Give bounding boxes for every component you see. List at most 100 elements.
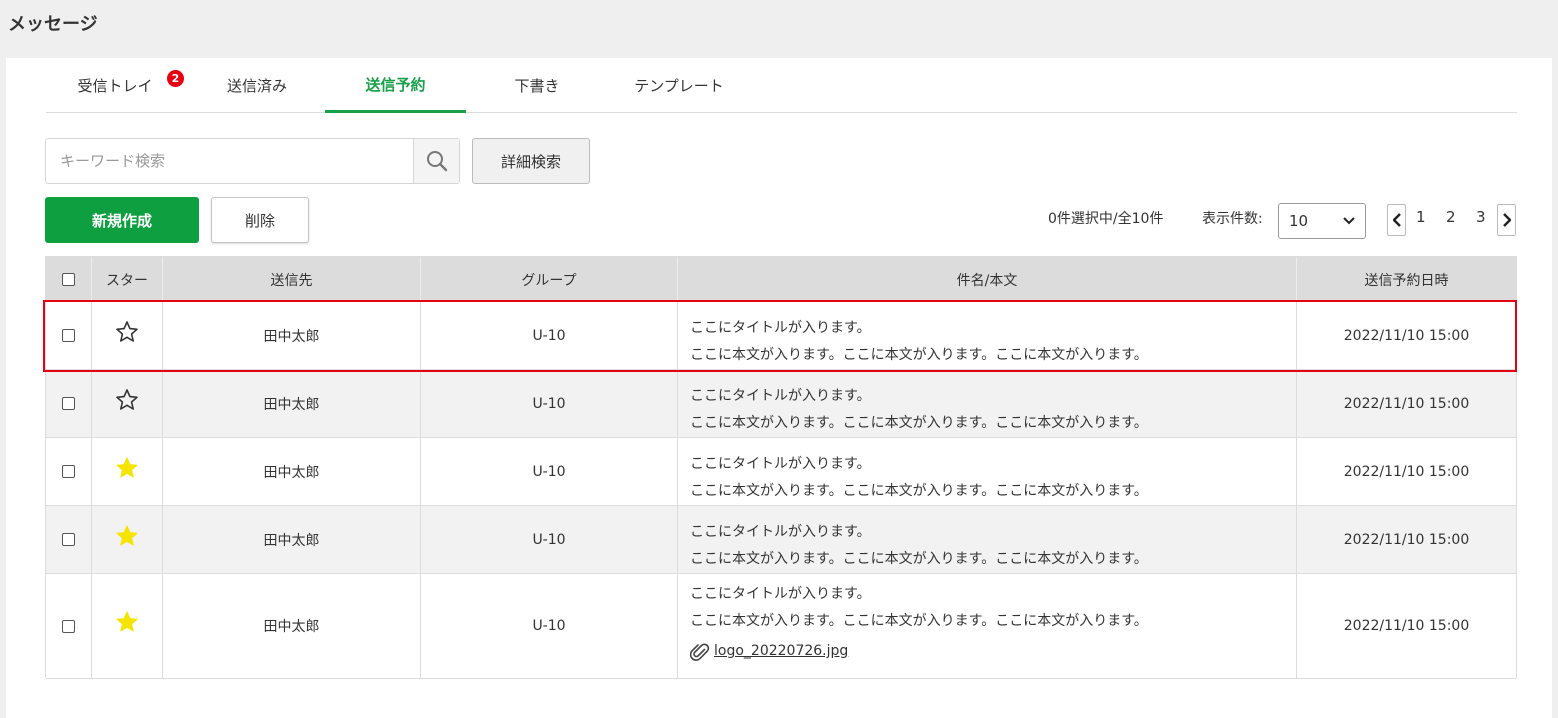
tab-scheduled[interactable]: 送信予約	[325, 58, 466, 113]
row-checkbox-cell	[46, 370, 92, 437]
recipient-cell: 田中太郎	[163, 438, 421, 505]
row-checkbox-cell	[46, 506, 92, 573]
chevron-right-icon	[1502, 213, 1511, 227]
page-1[interactable]: 1	[1416, 208, 1426, 226]
search-box	[45, 138, 460, 184]
header-select-all	[46, 257, 92, 302]
tab-bar: 受信トレイ 2 送信済み 送信予約 下書き テンプレート	[46, 58, 1517, 113]
chevron-left-icon	[1392, 213, 1401, 227]
group-cell: U-10	[421, 370, 678, 437]
recipient-cell: 田中太郎	[163, 506, 421, 573]
header-subject: 件名/本文	[678, 257, 1297, 302]
message-table: スター 送信先 グループ 件名/本文 送信予約日時 田中太郎 U-10 ここにタ…	[45, 256, 1517, 679]
table-row[interactable]: 田中太郎 U-10 ここにタイトルが入ります。 ここに本文が入ります。ここに本文…	[46, 302, 1516, 370]
row-checkbox-cell	[46, 438, 92, 505]
row-checkbox-cell	[46, 574, 92, 678]
subject-title: ここにタイトルが入ります。	[690, 388, 871, 404]
header-star: スター	[92, 257, 163, 302]
star-outline-icon[interactable]	[115, 320, 139, 344]
unread-badge: 2	[167, 70, 184, 87]
tab-inbox-label: 受信トレイ	[77, 77, 153, 95]
subject-title: ここにタイトルが入ります。	[690, 320, 871, 336]
table-row[interactable]: 田中太郎 U-10 ここにタイトルが入ります。 ここに本文が入ります。ここに本文…	[46, 438, 1516, 506]
star-cell	[92, 506, 163, 573]
table-row[interactable]: 田中太郎 U-10 ここにタイトルが入ります。 ここに本文が入ります。ここに本文…	[46, 506, 1516, 574]
tab-sent-label: 送信済み	[226, 77, 287, 95]
page-header: メッセージ	[0, 0, 1558, 58]
header-recipient: 送信先	[163, 257, 421, 302]
datetime-cell: 2022/11/10 15:00	[1343, 395, 1470, 412]
main-panel: 受信トレイ 2 送信済み 送信予約 下書き テンプレート 詳細検索 新規作成 削…	[6, 58, 1552, 718]
page-3[interactable]: 3	[1476, 208, 1486, 226]
select-all-checkbox[interactable]	[62, 273, 75, 286]
table-row[interactable]: 田中太郎 U-10 ここにタイトルが入ります。 ここに本文が入ります。ここに本文…	[46, 574, 1516, 679]
tab-scheduled-label: 送信予約	[365, 75, 426, 94]
search-input[interactable]	[46, 139, 413, 183]
subject-body: ここに本文が入ります。ここに本文が入ります。ここに本文が入ります。	[690, 613, 1148, 629]
star-filled-icon[interactable]	[115, 610, 139, 634]
selection-count: 0件選択中/全10件	[1048, 211, 1164, 227]
page-2[interactable]: 2	[1446, 208, 1456, 226]
per-page-value: 10	[1289, 212, 1309, 230]
page-title: メッセージ	[8, 14, 98, 35]
subject-body: ここに本文が入ります。ここに本文が入ります。ここに本文が入ります。	[690, 347, 1148, 363]
tab-drafts[interactable]: 下書き	[493, 58, 581, 113]
group-cell: U-10	[421, 302, 678, 369]
datetime-cell: 2022/11/10 15:00	[1343, 327, 1470, 344]
subject-body: ここに本文が入ります。ここに本文が入ります。ここに本文が入ります。	[690, 551, 1148, 567]
subject-cell: ここにタイトルが入ります。 ここに本文が入ります。ここに本文が入ります。ここに本…	[678, 438, 1297, 505]
new-message-button[interactable]: 新規作成	[45, 197, 199, 243]
tab-templates-label: テンプレート	[634, 77, 724, 95]
group-cell: U-10	[421, 438, 678, 505]
subject-title: ここにタイトルが入ります。	[690, 586, 871, 602]
attachment-link[interactable]: logo_20220726.jpg	[714, 638, 848, 665]
tab-templates[interactable]: テンプレート	[616, 58, 742, 113]
subject-title: ここにタイトルが入ります。	[690, 524, 871, 540]
subject-cell: ここにタイトルが入ります。 ここに本文が入ります。ここに本文が入ります。ここに本…	[678, 370, 1297, 437]
group-cell: U-10	[421, 506, 678, 573]
row-checkbox[interactable]	[62, 397, 75, 410]
delete-button[interactable]: 削除	[211, 197, 309, 243]
subject-cell: ここにタイトルが入ります。 ここに本文が入ります。ここに本文が入ります。ここに本…	[678, 302, 1297, 369]
subject-title: ここにタイトルが入ります。	[690, 456, 871, 472]
star-filled-icon[interactable]	[115, 456, 139, 480]
datetime-cell: 2022/11/10 15:00	[1343, 531, 1470, 548]
per-page-label: 表示件数:	[1202, 211, 1263, 227]
subject-body: ここに本文が入ります。ここに本文が入ります。ここに本文が入ります。	[690, 483, 1148, 499]
subject-body: ここに本文が入ります。ここに本文が入ります。ここに本文が入ります。	[690, 415, 1148, 431]
star-cell	[92, 438, 163, 505]
subject-cell: ここにタイトルが入ります。 ここに本文が入ります。ここに本文が入ります。ここに本…	[678, 574, 1297, 678]
row-checkbox[interactable]	[62, 533, 75, 546]
detail-search-button[interactable]: 詳細検索	[472, 138, 590, 184]
row-checkbox[interactable]	[62, 329, 75, 342]
next-page-button[interactable]	[1497, 204, 1516, 236]
search-button[interactable]	[413, 139, 459, 183]
tab-drafts-label: 下書き	[514, 77, 560, 95]
recipient-cell: 田中太郎	[163, 302, 421, 369]
star-cell	[92, 574, 163, 678]
row-checkbox[interactable]	[62, 465, 75, 478]
subject-cell: ここにタイトルが入ります。 ここに本文が入ります。ここに本文が入ります。ここに本…	[678, 506, 1297, 573]
tab-sent[interactable]: 送信済み	[208, 58, 306, 113]
per-page-select[interactable]: 10	[1278, 203, 1366, 239]
header-group: グループ	[421, 257, 678, 302]
paperclip-icon	[690, 643, 710, 661]
recipient-cell: 田中太郎	[163, 574, 421, 678]
row-checkbox-cell	[46, 302, 92, 369]
recipient-cell: 田中太郎	[163, 370, 421, 437]
search-icon	[426, 151, 447, 172]
star-filled-icon[interactable]	[115, 524, 139, 548]
datetime-cell: 2022/11/10 15:00	[1343, 463, 1470, 480]
header-scheduled-datetime: 送信予約日時	[1364, 272, 1449, 289]
star-cell	[92, 302, 163, 369]
row-checkbox[interactable]	[62, 619, 75, 633]
datetime-cell: 2022/11/10 15:00	[1343, 618, 1470, 634]
chevron-down-icon	[1343, 217, 1355, 225]
table-row[interactable]: 田中太郎 U-10 ここにタイトルが入ります。 ここに本文が入ります。ここに本文…	[46, 370, 1516, 438]
star-cell	[92, 370, 163, 437]
group-cell: U-10	[421, 574, 678, 678]
tab-inbox[interactable]: 受信トレイ	[68, 58, 162, 113]
star-outline-icon[interactable]	[115, 388, 139, 412]
table-header: スター 送信先 グループ 件名/本文 送信予約日時	[46, 257, 1516, 302]
prev-page-button[interactable]	[1387, 204, 1406, 236]
